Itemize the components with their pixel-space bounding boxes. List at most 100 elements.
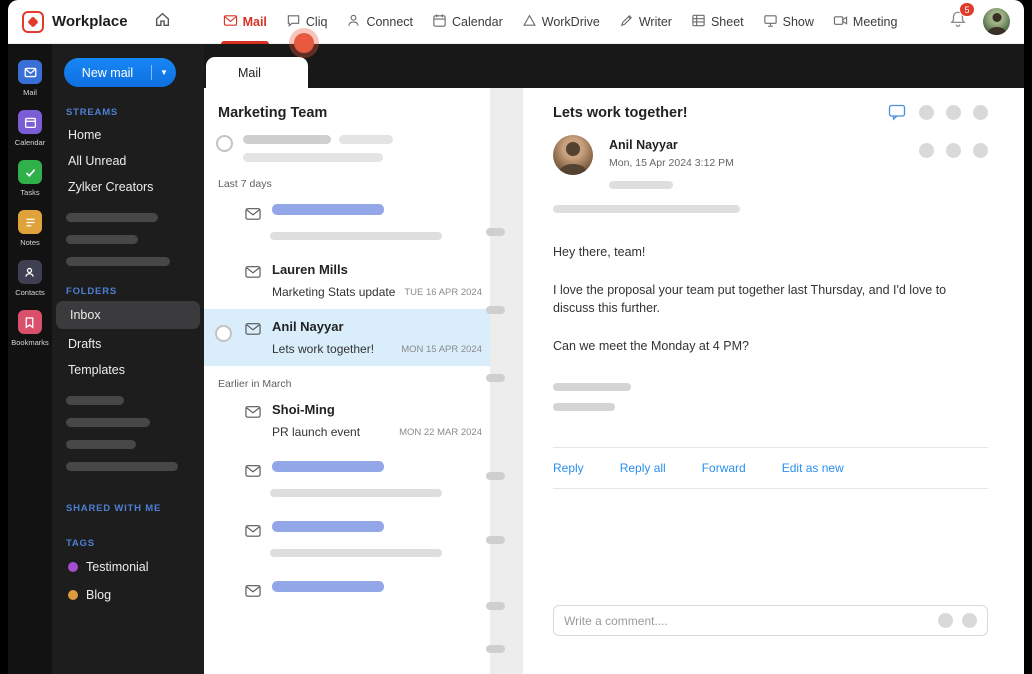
- comment-action-button[interactable]: [962, 613, 977, 628]
- rail-item-contacts[interactable]: Contacts: [15, 260, 45, 297]
- mail-sender: Shoi-Ming: [272, 402, 335, 417]
- tags-section-label: TAGS: [66, 538, 95, 549]
- skeleton-bar: [272, 581, 384, 592]
- mail-item-skeleton[interactable]: [204, 509, 490, 569]
- shared-section-label: SHARED WITH ME: [66, 503, 162, 514]
- brand[interactable]: Workplace: [22, 10, 128, 33]
- header-action-button[interactable]: [919, 105, 934, 120]
- mail-item-skeleton[interactable]: [204, 569, 490, 625]
- nav-meeting[interactable]: Meeting: [833, 0, 897, 44]
- reply-link[interactable]: Reply: [553, 461, 584, 475]
- nav-show[interactable]: Show: [763, 0, 814, 44]
- nav-mail[interactable]: Mail: [220, 0, 270, 44]
- message-action-button[interactable]: [973, 143, 988, 158]
- nav-connect[interactable]: Connect: [346, 0, 413, 44]
- nav-calendar[interactable]: Calendar: [432, 0, 503, 44]
- comments-icon[interactable]: [888, 104, 907, 121]
- skeleton-bar: [66, 235, 138, 244]
- nav-label: Connect: [366, 14, 414, 29]
- user-avatar[interactable]: [983, 8, 1010, 35]
- contacts-icon: [17, 260, 42, 284]
- envelope-icon: [244, 206, 262, 221]
- mail-item-skeleton[interactable]: [204, 449, 490, 509]
- sidebar-item-zylker-creators[interactable]: Zylker Creators: [64, 174, 192, 200]
- sender-avatar: [553, 135, 593, 175]
- reply-all-link[interactable]: Reply all: [620, 461, 666, 475]
- drive-icon: [522, 13, 537, 31]
- body-paragraph: Can we meet the Monday at 4 PM?: [553, 339, 749, 354]
- skeleton-bar: [486, 306, 505, 314]
- body-paragraph: I love the proposal your team put togeth…: [553, 283, 947, 316]
- chat-icon: [286, 13, 301, 31]
- header-action-button[interactable]: [946, 105, 961, 120]
- rail-item-mail[interactable]: Mail: [18, 60, 42, 97]
- chevron-down-icon[interactable]: ▼: [152, 68, 176, 77]
- rail-item-tasks[interactable]: Tasks: [18, 160, 42, 197]
- calendar-icon: [18, 110, 42, 134]
- tag-item-testimonial[interactable]: Testimonial: [64, 553, 192, 581]
- mail-item-lauren-mills[interactable]: Lauren Mills Marketing Stats update TUE …: [204, 252, 490, 309]
- new-mail-button[interactable]: New mail ▼: [64, 58, 176, 87]
- topbar-right: 5: [949, 2, 1010, 35]
- rail-item-notes[interactable]: Notes: [18, 210, 42, 247]
- forward-link[interactable]: Forward: [702, 461, 746, 475]
- notifications-button[interactable]: 5: [949, 2, 975, 33]
- mail-icon: [18, 60, 42, 84]
- skeleton-bar: [270, 232, 442, 240]
- nav-workdrive[interactable]: WorkDrive: [522, 0, 600, 44]
- sidebar-item-templates[interactable]: Templates: [64, 357, 192, 383]
- main-area: Mail Marketing Team Last 7 days Lauren M…: [204, 44, 1024, 674]
- skeleton-bar: [66, 396, 124, 405]
- skeleton-bar: [66, 213, 158, 222]
- screen: Workplace Mail Cliq Connect Calendar Wor…: [0, 0, 1032, 674]
- mail-item-anil-nayyar[interactable]: Anil Nayyar Lets work together! MON 15 A…: [204, 309, 490, 366]
- tag-label: Testimonial: [86, 560, 149, 574]
- rail-label: Calendar: [14, 138, 46, 147]
- sidebar-item-inbox[interactable]: Inbox: [56, 301, 200, 329]
- header-action-button[interactable]: [973, 105, 988, 120]
- message-action-button[interactable]: [919, 143, 934, 158]
- tag-item-blog[interactable]: Blog: [64, 581, 192, 609]
- tag-label: Blog: [86, 588, 112, 602]
- rail-item-bookmarks[interactable]: Bookmarks: [11, 310, 49, 347]
- mail-sidebar: New mail ▼ STREAMS Home All Unread Zylke…: [52, 44, 204, 674]
- select-checkbox[interactable]: [215, 325, 232, 342]
- message-timestamp: Mon, 15 Apr 2024 3:12 PM: [609, 157, 734, 169]
- list-scroll-strip[interactable]: [486, 88, 523, 674]
- nav-writer[interactable]: Writer: [619, 0, 672, 44]
- nav-label: Mail: [242, 14, 267, 29]
- tag-color-dot: [68, 590, 78, 600]
- comment-input[interactable]: [564, 613, 929, 628]
- sidebar-item-drafts[interactable]: Drafts: [64, 331, 192, 357]
- skeleton-bar: [270, 489, 442, 497]
- select-checkbox[interactable]: [216, 135, 233, 152]
- sidebar-item-home[interactable]: Home: [64, 122, 192, 148]
- mail-date: MON 15 APR 2024: [401, 343, 482, 355]
- click-indicator: [294, 33, 314, 53]
- home-button[interactable]: [154, 11, 171, 33]
- nav-label: WorkDrive: [541, 14, 600, 29]
- message-action-button[interactable]: [946, 143, 961, 158]
- nav-sheet[interactable]: Sheet: [691, 0, 744, 44]
- mail-item-skeleton[interactable]: [204, 192, 490, 252]
- mail-sender: Lauren Mills: [272, 262, 348, 277]
- sidebar-item-all-unread[interactable]: All Unread: [64, 148, 192, 174]
- comment-box: [553, 605, 988, 636]
- nav-label: Show: [782, 14, 814, 29]
- skeleton-bar: [272, 521, 384, 532]
- mail-group-title: Marketing Team: [218, 105, 328, 121]
- edit-as-new-link[interactable]: Edit as new: [782, 461, 844, 475]
- skeleton-bar: [339, 135, 393, 144]
- rail-label: Contacts: [15, 288, 45, 297]
- app-body: Mail Calendar Tasks Notes Contacts Bookm…: [8, 44, 1024, 674]
- rail-item-calendar[interactable]: Calendar: [15, 110, 45, 147]
- tab-mail[interactable]: Mail: [206, 57, 308, 88]
- skeleton-bar: [66, 257, 170, 266]
- home-icon: [154, 11, 171, 33]
- envelope-icon: [244, 264, 262, 279]
- reading-pane: Lets work together! Anil Nayyar Mon, 15 …: [523, 88, 1024, 674]
- mail-item-shoi-ming[interactable]: Shoi-Ming PR launch event MON 22 MAR 202…: [204, 392, 490, 449]
- tab-bar: Mail: [204, 44, 1024, 88]
- comment-action-button[interactable]: [938, 613, 953, 628]
- tasks-icon: [18, 160, 42, 184]
